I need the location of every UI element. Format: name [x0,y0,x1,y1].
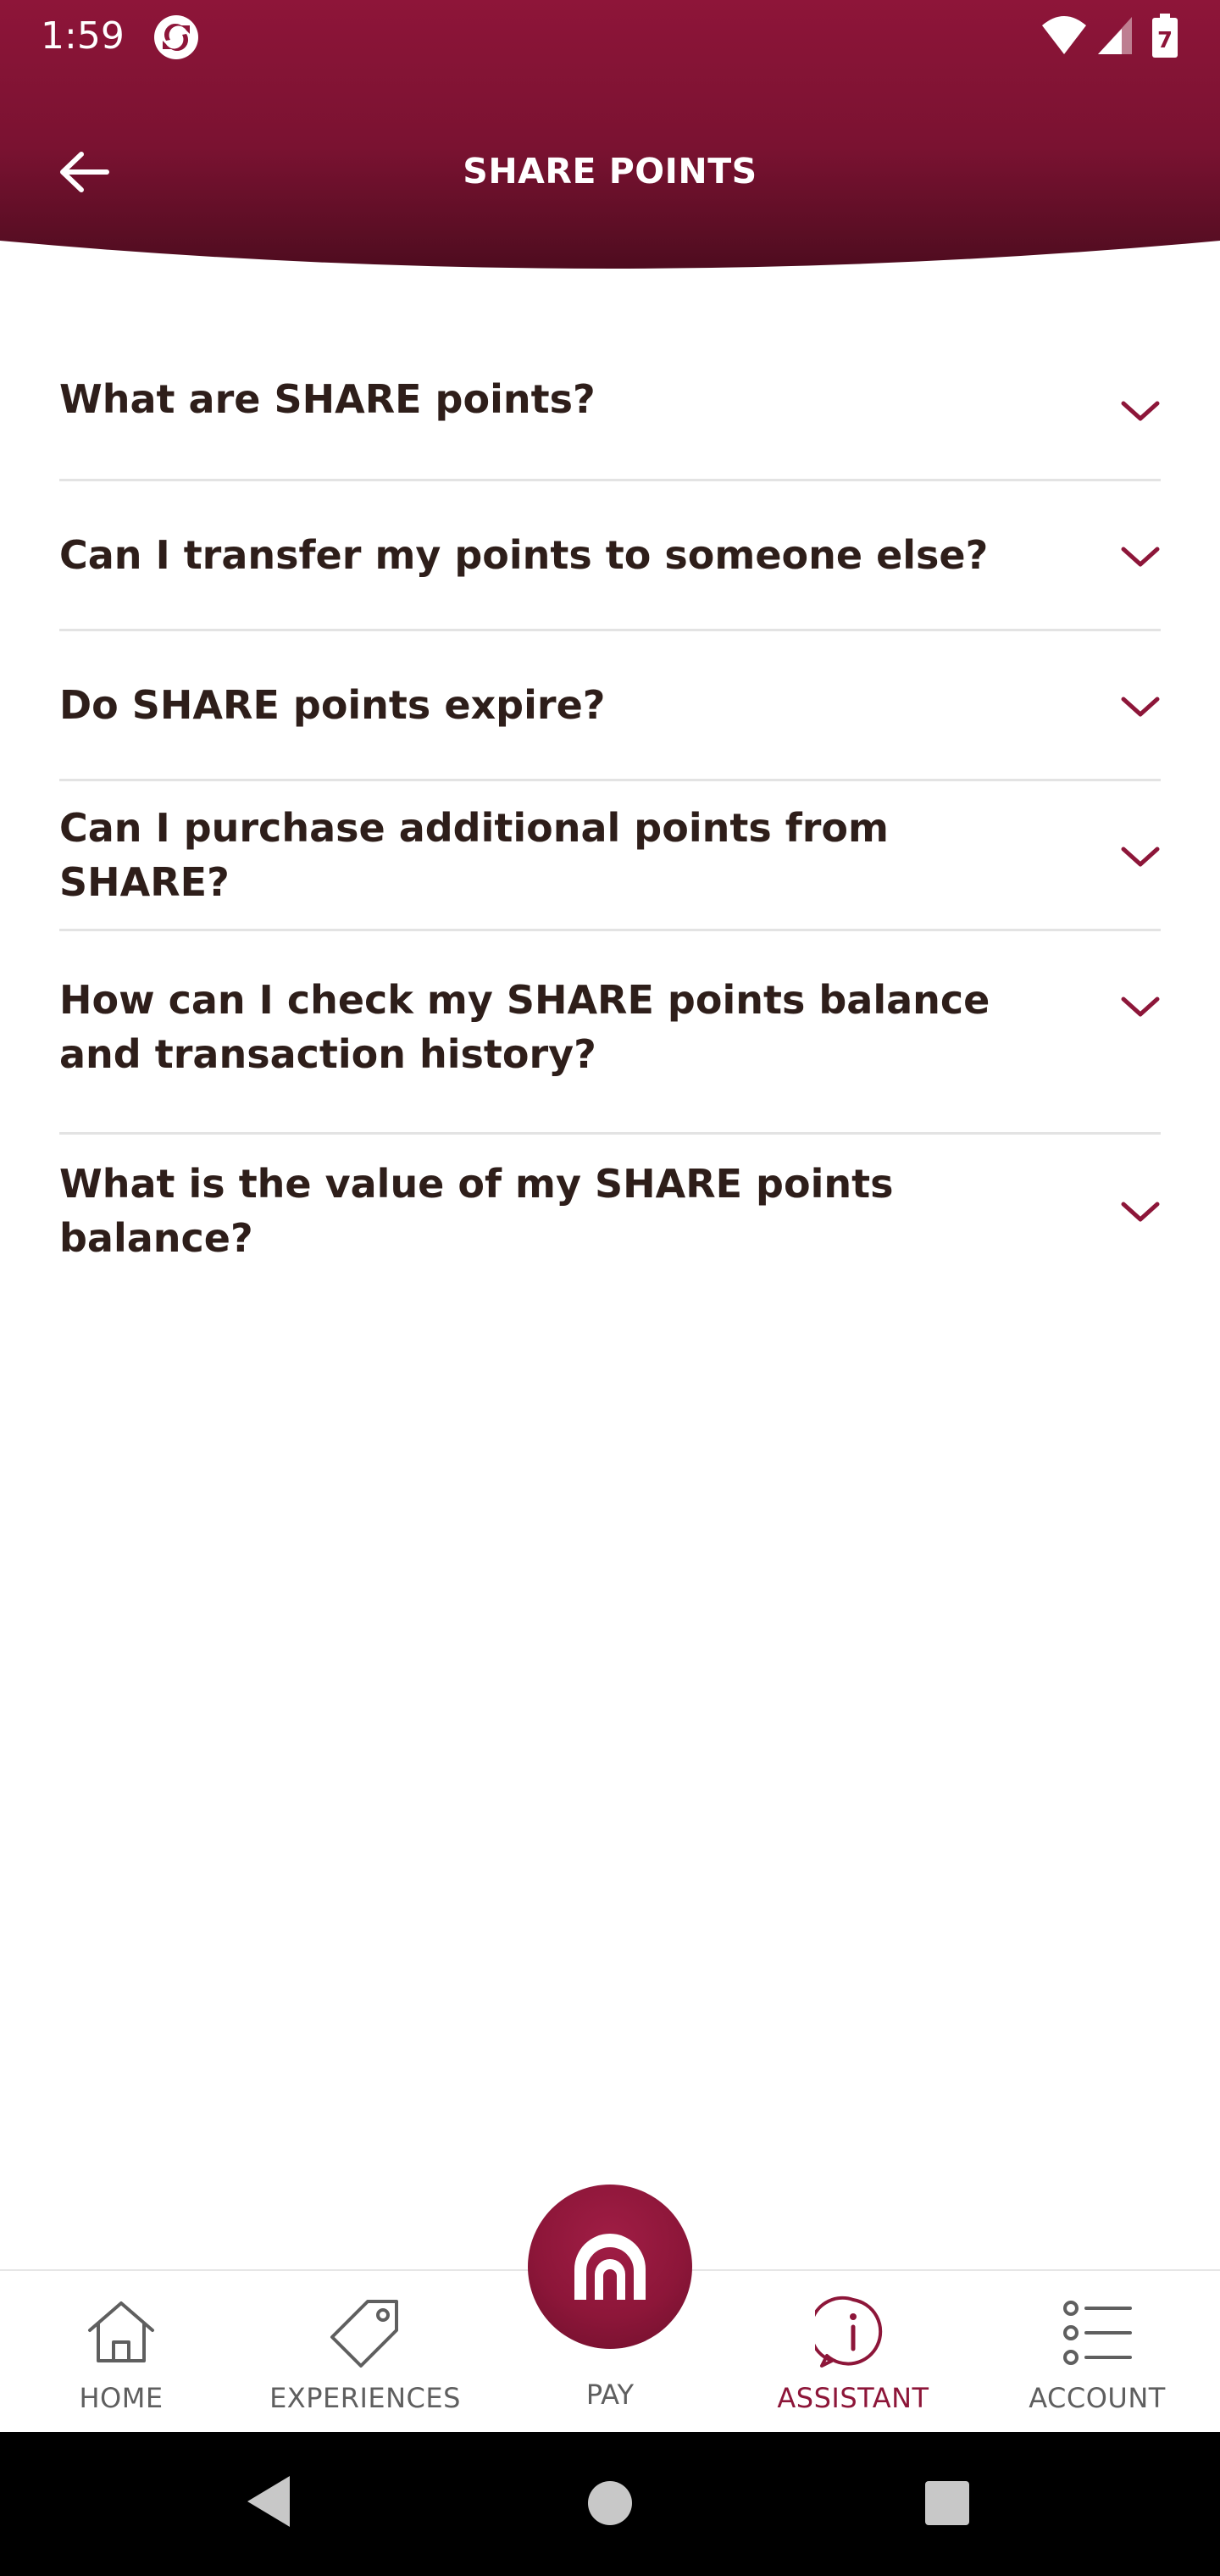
nav-label-account: ACCOUNT [1029,2382,1166,2414]
faq-question: Do SHARE points expire? [59,682,606,728]
status-time: 1:59 [41,14,125,58]
chevron-down-icon [1121,697,1160,717]
chevron-down-icon [1121,1202,1160,1222]
nav-label-home: HOME [79,2382,164,2414]
page-title: SHARE POINTS [463,151,757,192]
system-home-icon[interactable] [586,2434,634,2574]
chevron-down-icon [1121,997,1160,1017]
system-recents-icon[interactable] [925,2481,969,2525]
faq-question: How can I check my SHARE points balance … [59,976,990,1077]
home-icon [88,2301,154,2362]
faq-question: What is the value of my SHARE points bal… [59,1161,894,1261]
nav-item-assistant[interactable]: ASSISTANT [743,2271,963,2434]
faq-item[interactable]: What are SHARE points? [59,339,1161,481]
svg-text:7: 7 [1157,28,1173,53]
faq-item[interactable]: Can I transfer my points to someone else… [59,481,1161,631]
nav-item-home[interactable]: HOME [11,2271,231,2434]
battery-icon: 7 [1152,14,1178,58]
nav-label-pay: PAY [585,2379,635,2411]
chevron-down-icon [1121,401,1160,421]
nav-label-assistant: ASSISTANT [777,2382,929,2414]
faq-item[interactable]: How can I check my SHARE points balance … [59,931,1161,1135]
share-logo-icon [574,2234,646,2300]
faq-item[interactable]: Do SHARE points expire? [59,631,1161,781]
tag-icon [330,2300,398,2368]
faq-list: What are SHARE points? Can I transfer my… [59,339,1161,1287]
list-icon [1063,2301,1132,2365]
signal-icon [1098,17,1132,54]
info-icon [815,2296,883,2368]
nav-item-experiences[interactable]: EXPERIENCES [255,2271,475,2434]
chevron-down-icon [1121,847,1160,867]
system-nav-bar [0,2432,1220,2576]
nav-label-experiences: EXPERIENCES [269,2382,461,2414]
header: 1:59 7 SHARE POINTS [0,0,1220,280]
wifi-icon [1042,16,1086,54]
system-back-icon[interactable] [242,2473,293,2530]
faq-question: What are SHARE points? [59,375,596,422]
nav-item-account[interactable]: ACCOUNT [987,2271,1207,2434]
faq-question: Can I transfer my points to someone else… [59,532,989,578]
faq-item[interactable]: What is the value of my SHARE points bal… [59,1135,1161,1287]
chevron-down-icon [1121,547,1160,567]
status-bar: 1:59 7 [0,0,1220,73]
faq-question: Can I purchase additional points from SH… [59,805,889,905]
sync-app-icon [154,15,198,59]
pay-button[interactable] [528,2185,692,2349]
faq-item[interactable]: Can I purchase additional points from SH… [59,781,1161,931]
